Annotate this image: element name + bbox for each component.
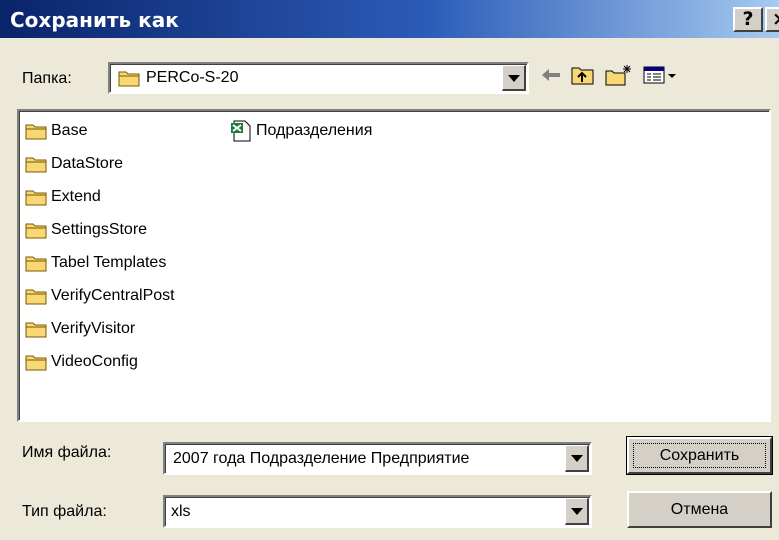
focus-rect	[633, 443, 766, 468]
filename-combobox[interactable]: 2007 года Подразделение Предприятие	[163, 442, 592, 475]
save-button[interactable]: Сохранить	[626, 436, 773, 475]
folder-combobox[interactable]: PERCo-S-20	[108, 62, 529, 94]
filetype-label: Тип файла:	[22, 503, 107, 520]
help-button[interactable]: ?	[733, 7, 763, 32]
folder-icon	[25, 287, 47, 305]
filename-input[interactable]: 2007 года Подразделение Предприятие	[173, 450, 560, 468]
up-folder-button[interactable]	[568, 62, 598, 92]
list-item-folder[interactable]: Tabel Templates	[25, 251, 166, 275]
folder-icon	[25, 353, 47, 371]
close-button[interactable]: ×	[765, 7, 779, 32]
filetype-combobox[interactable]: xls	[163, 495, 592, 528]
folder-dropdown-button[interactable]	[502, 65, 526, 91]
folder-icon	[25, 221, 47, 239]
view-menu-icon	[643, 66, 677, 89]
folder-icon	[25, 254, 47, 272]
excel-file-icon	[230, 120, 252, 142]
list-item-folder[interactable]: VideoConfig	[25, 350, 138, 374]
folder-name: Base	[51, 122, 88, 139]
view-menu-button[interactable]	[640, 62, 680, 92]
folder-icon	[25, 122, 47, 140]
new-folder-icon	[605, 64, 633, 91]
folder-name: SettingsStore	[51, 221, 148, 238]
folder-icon	[25, 155, 47, 173]
save-as-dialog: Сохранить как ? × Папка: PERCo-S-20	[0, 0, 779, 540]
list-item-folder[interactable]: VerifyVisitor	[25, 317, 135, 341]
folder-name: VideoConfig	[51, 353, 138, 370]
cancel-button[interactable]: Отмена	[627, 491, 772, 528]
filename-dropdown-button[interactable]	[565, 445, 589, 472]
back-button[interactable]	[536, 62, 566, 92]
cancel-button-label: Отмена	[670, 500, 729, 518]
document-name: Подразделения	[256, 122, 373, 139]
title-bar[interactable]: Сохранить как ? ×	[0, 0, 779, 38]
folder-icon	[25, 320, 47, 338]
up-folder-icon	[571, 65, 595, 90]
filetype-dropdown-button[interactable]	[565, 498, 589, 525]
folder-current: PERCo-S-20	[146, 69, 239, 86]
filetype-value: xls	[171, 502, 191, 520]
folder-name: Extend	[51, 188, 101, 205]
back-arrow-icon	[540, 67, 562, 88]
new-folder-button[interactable]	[604, 62, 634, 92]
list-item-folder[interactable]: SettingsStore	[25, 218, 147, 242]
list-item-folder[interactable]: DataStore	[25, 152, 123, 176]
folder-name: DataStore	[51, 155, 124, 172]
list-item-folder[interactable]: VerifyCentralPost	[25, 284, 175, 308]
folder-name: VerifyCentralPost	[51, 287, 175, 304]
list-item-document[interactable]: Подразделения	[230, 119, 372, 143]
dialog-title: Сохранить как	[10, 8, 179, 32]
list-item-folder[interactable]: Extend	[25, 185, 101, 209]
list-item-folder[interactable]: Base	[25, 119, 87, 143]
folder-label: Папка:	[22, 70, 72, 87]
folder-icon	[25, 188, 47, 206]
folder-name: VerifyVisitor	[51, 320, 136, 337]
folder-name: Tabel Templates	[51, 254, 167, 271]
folder-icon	[118, 69, 140, 92]
filename-label: Имя файла:	[22, 444, 112, 461]
